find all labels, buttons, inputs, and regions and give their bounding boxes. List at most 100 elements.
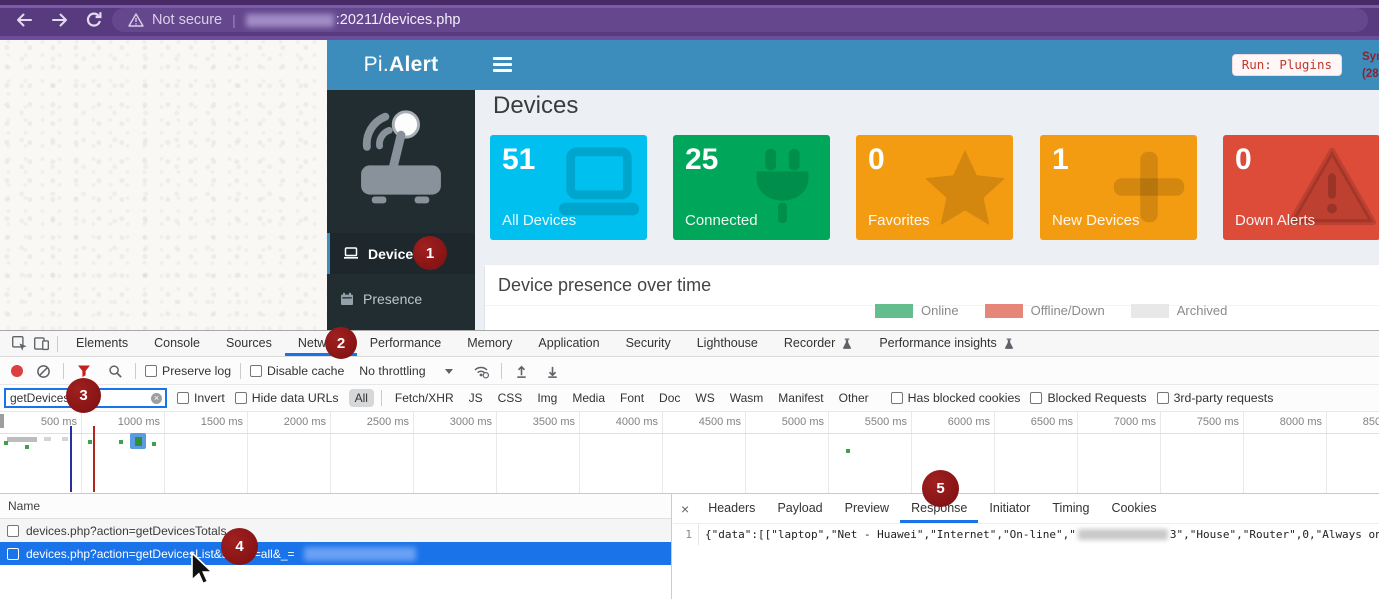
annotation-step-5: 5 — [922, 470, 959, 507]
filter-chip-js[interactable]: JS — [463, 389, 489, 407]
timeline-request-dot — [4, 441, 8, 445]
hamburger-menu-icon[interactable] — [493, 57, 512, 72]
request-checkbox[interactable] — [7, 548, 19, 560]
devtools-tab-performance[interactable]: Performance — [357, 331, 455, 356]
third-party-requests-checkbox[interactable]: 3rd-party requests — [1157, 391, 1274, 405]
run-plugins-button[interactable]: Run: Plugins — [1232, 54, 1342, 76]
archived-swatch — [1131, 304, 1169, 318]
request-name-column-header[interactable]: Name — [0, 494, 671, 519]
legend-item-online[interactable]: Online — [875, 303, 959, 318]
card-connected[interactable]: 25 Connected — [673, 135, 830, 240]
timeline-tick-2500ms: 2500 ms — [331, 412, 414, 494]
devtools-tab-lighthouse[interactable]: Lighthouse — [684, 331, 771, 356]
detail-tab-payload[interactable]: Payload — [766, 494, 833, 523]
has-blocked-cookies-checkbox[interactable]: Has blocked cookies — [891, 391, 1021, 405]
sidebar-item-devices[interactable]: Devices — [327, 233, 475, 274]
devtools-tab-console[interactable]: Console — [141, 331, 213, 356]
card-down-alerts[interactable]: 0 Down Alerts — [1223, 135, 1379, 240]
request-checkbox[interactable] — [7, 525, 19, 537]
detail-tab-initiator[interactable]: Initiator — [978, 494, 1041, 523]
forward-icon[interactable] — [50, 10, 70, 30]
clear-icon[interactable] — [32, 360, 54, 382]
invert-checkbox[interactable]: Invert — [177, 391, 225, 405]
legend-item-archived[interactable]: Archived — [1131, 303, 1228, 318]
filter-chip-ws[interactable]: WS — [689, 389, 720, 407]
page-title: Devices — [493, 92, 578, 120]
laptop-icon — [343, 247, 359, 260]
devtools-tab-application[interactable]: Application — [525, 331, 612, 356]
app-logo-text[interactable]: Pi.Alert — [327, 40, 475, 90]
detail-tab-timing[interactable]: Timing — [1041, 494, 1100, 523]
url-text: :20211/devices.php — [336, 12, 461, 28]
preserve-log-checkbox[interactable]: Preserve log — [145, 364, 231, 378]
request-row-get-devices-totals[interactable]: devices.php?action=getDevicesTotals — [0, 519, 671, 542]
filter-chip-media[interactable]: Media — [566, 389, 611, 407]
detail-tab-preview[interactable]: Preview — [834, 494, 900, 523]
network-toolbar: Preserve log Disable cache No throttling — [0, 358, 1379, 385]
clear-filter-icon[interactable]: × — [151, 393, 162, 404]
request-detail-pane: × Headers Payload Preview Response Initi… — [673, 494, 1379, 599]
detail-tab-cookies[interactable]: Cookies — [1100, 494, 1167, 523]
filter-chip-css[interactable]: CSS — [492, 389, 529, 407]
request-row-get-devices-list[interactable]: devices.php?action=getDevicesList&status… — [0, 542, 671, 565]
sidebar-item-label: Presence — [363, 291, 422, 307]
timeline-tick-7500ms: 7500 ms — [1161, 412, 1244, 494]
export-har-icon[interactable] — [542, 360, 564, 382]
import-har-icon[interactable] — [511, 360, 533, 382]
timeline-activity-mark — [44, 437, 51, 441]
sidebar-item-presence[interactable]: Presence — [327, 278, 475, 319]
address-bar[interactable]: Not secure | :20211/devices.php — [112, 8, 1368, 32]
star-icon — [921, 147, 1009, 229]
sidebar: Pi.Alert Devices P — [327, 40, 475, 330]
card-all-devices[interactable]: 51 All Devices — [490, 135, 647, 240]
devtools-tab-sources[interactable]: Sources — [213, 331, 285, 356]
disable-cache-checkbox[interactable]: Disable cache — [250, 364, 344, 378]
card-label: Connected — [685, 212, 758, 229]
presence-panel: Device presence over time — [485, 265, 1379, 330]
card-label: Favorites — [868, 212, 930, 229]
filter-chip-font[interactable]: Font — [614, 389, 650, 407]
card-label: New Devices — [1052, 212, 1140, 229]
timeline-tick-4000ms: 4000 ms — [580, 412, 663, 494]
devtools-tab-recorder[interactable]: Recorder — [771, 331, 866, 356]
annotation-step-2: 2 — [325, 327, 357, 359]
filter-chip-manifest[interactable]: Manifest — [772, 389, 829, 407]
card-new-devices[interactable]: 1 New Devices — [1040, 135, 1197, 240]
network-conditions-icon[interactable] — [470, 360, 492, 382]
devtools-tab-security[interactable]: Security — [613, 331, 684, 356]
network-overview-timeline[interactable]: 500 ms1000 ms1500 ms2000 ms2500 ms3000 m… — [0, 412, 1379, 494]
devtools-tab-elements[interactable]: Elements — [63, 331, 141, 356]
filter-chip-other[interactable]: Other — [833, 389, 875, 407]
resource-type-chips: All Fetch/XHRJSCSSImgMediaFontDocWSWasmMa… — [349, 389, 875, 407]
chevron-down-icon — [445, 369, 453, 374]
filter-chip-img[interactable]: Img — [531, 389, 563, 407]
hide-data-urls-checkbox[interactable]: Hide data URLs — [235, 391, 339, 405]
redacted-query-token — [304, 547, 416, 561]
search-icon[interactable] — [104, 360, 126, 382]
filter-chip-fetch-xhr[interactable]: Fetch/XHR — [389, 389, 460, 407]
annotation-step-4: 4 — [221, 528, 258, 565]
legend-item-offline[interactable]: Offline/Down — [985, 303, 1105, 318]
back-icon[interactable] — [14, 10, 34, 30]
filter-chip-all[interactable]: All — [349, 389, 374, 407]
timeline-activity-mark — [7, 437, 37, 442]
throttling-dropdown[interactable]: No throttling — [359, 364, 452, 378]
separator — [381, 390, 382, 406]
close-icon[interactable]: × — [681, 502, 689, 516]
device-toolbar-icon[interactable] — [30, 333, 52, 355]
record-button[interactable] — [11, 365, 23, 377]
filter-chip-doc[interactable]: Doc — [653, 389, 686, 407]
offline-swatch — [985, 304, 1023, 318]
blocked-requests-checkbox[interactable]: Blocked Requests — [1030, 391, 1146, 405]
devtools-tab-memory[interactable]: Memory — [454, 331, 525, 356]
timeline-tick-8000ms: 8000 ms — [1244, 412, 1327, 494]
reload-icon[interactable] — [84, 10, 104, 30]
inspect-element-icon[interactable] — [8, 333, 30, 355]
timeline-tick-3000ms: 3000 ms — [414, 412, 497, 494]
card-favorites[interactable]: 0 Favorites — [856, 135, 1013, 240]
filter-chip-wasm[interactable]: Wasm — [724, 389, 770, 407]
response-body-line[interactable]: 1 {"data":[["laptop","Net - Huawei","Int… — [673, 524, 1379, 545]
devtools-tab-performance-insights[interactable]: Performance insights — [866, 331, 1027, 356]
detail-tab-headers[interactable]: Headers — [697, 494, 766, 523]
separator — [135, 363, 136, 379]
